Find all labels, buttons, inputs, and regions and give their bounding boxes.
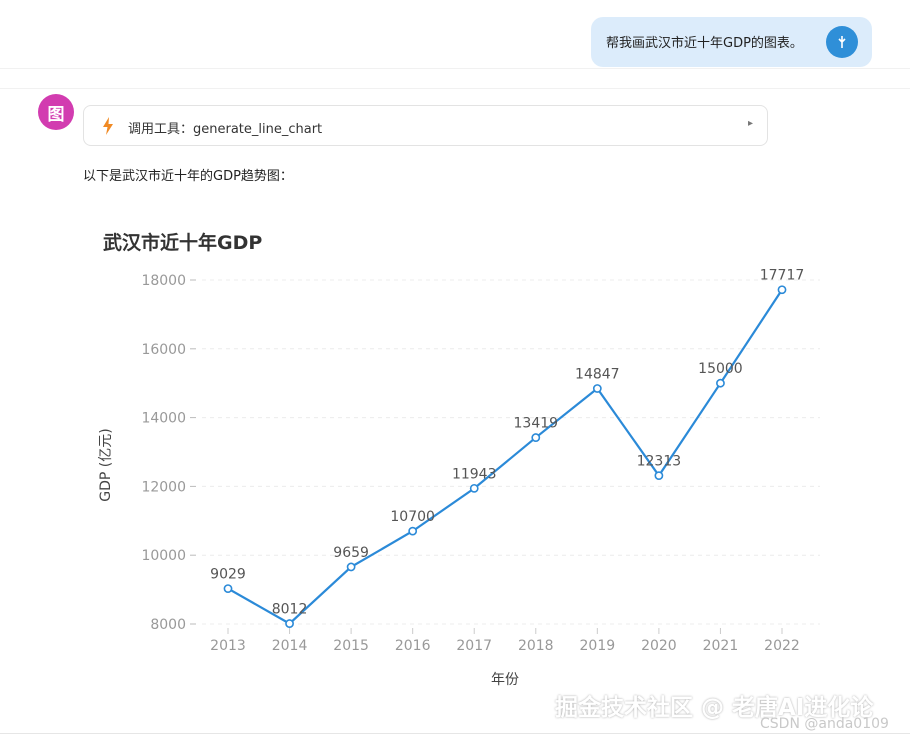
x-tick-label: 2019: [580, 638, 616, 654]
data-point: [223, 584, 233, 594]
chart-svg: 武汉市近十年GDP GDP (亿元) 年份 8000 10000 12000 1400…: [98, 231, 820, 688]
x-axis-label: 年份: [491, 672, 519, 688]
data-point: [654, 471, 664, 481]
expand-toggle-icon[interactable]: ▸: [748, 118, 753, 129]
y-axis-ticks: 8000 10000 12000 14000 16000 18000: [141, 273, 196, 633]
watermark-subtext: CSDN @anda0109: [760, 716, 889, 732]
assistant-avatar: 图: [38, 94, 74, 130]
x-axis-ticks: 2013 2014 2015 2016 2017 2018 2019 2020 2021 2022: [210, 628, 800, 654]
data-label: 14847: [575, 366, 620, 382]
data-point: [531, 433, 541, 442]
data-point: [285, 619, 294, 628]
user-avatar[interactable]: [826, 26, 858, 58]
data-label: 10700: [390, 509, 435, 525]
data-point: [777, 285, 787, 295]
x-tick-label: 2015: [333, 638, 369, 654]
y-tick-label: 10000: [141, 548, 186, 564]
data-label: 17717: [760, 268, 805, 284]
x-tick-label: 2020: [641, 638, 677, 654]
series-line-group: 9029 8012 9659 10700 11943 13419 14847 12313 150…: [210, 268, 805, 628]
y-axis-label: GDP (亿元): [98, 428, 114, 501]
divider: [0, 88, 910, 89]
divider: [0, 68, 910, 69]
data-label: 13419: [514, 416, 559, 432]
user-avatar-icon: [838, 36, 846, 48]
y-tick-label: 18000: [141, 273, 186, 289]
tool-call-label: 调用工具：generate_line_chart: [128, 122, 323, 137]
x-tick-label: 2013: [210, 638, 246, 654]
data-label: 9659: [333, 545, 369, 561]
x-tick-label: 2022: [764, 638, 800, 654]
x-tick-label: 2014: [272, 638, 308, 654]
data-point: [408, 526, 418, 536]
lightning-icon: [103, 117, 113, 135]
x-tick-label: 2017: [456, 638, 492, 654]
data-label: 8012: [272, 602, 308, 618]
y-tick-label: 16000: [141, 342, 186, 358]
data-label: 12313: [637, 454, 682, 470]
y-tick-label: 12000: [141, 479, 186, 495]
series-line: [227, 289, 783, 625]
data-point: [716, 378, 725, 388]
x-tick-label: 2021: [703, 638, 739, 654]
y-tick-label: 8000: [150, 617, 186, 633]
tool-call-panel[interactable]: 调用工具：generate_line_chart ▸: [83, 105, 768, 146]
x-tick-label: 2016: [395, 638, 431, 654]
data-point: [592, 384, 602, 393]
chart-title: 武汉市近十年GDP: [103, 231, 262, 254]
grid: [202, 279, 820, 625]
line-chart: 武汉市近十年GDP GDP (亿元) 年份 8000 10000 12000 1400…: [80, 210, 910, 700]
data-label: 9029: [210, 567, 246, 583]
user-message-text: 帮我画武汉市近十年GDP的图表。: [606, 36, 803, 51]
user-message-bubble: 帮我画武汉市近十年GDP的图表。: [591, 17, 872, 67]
assistant-intro-text: 以下是武汉市近十年的GDP趋势图：: [83, 169, 293, 184]
data-label: 11943: [452, 466, 497, 482]
data-point: [346, 562, 356, 572]
data-point: [469, 483, 479, 493]
x-tick-label: 2018: [518, 638, 554, 654]
divider: [0, 733, 910, 734]
data-label: 15000: [698, 361, 743, 377]
y-tick-label: 14000: [141, 411, 186, 427]
